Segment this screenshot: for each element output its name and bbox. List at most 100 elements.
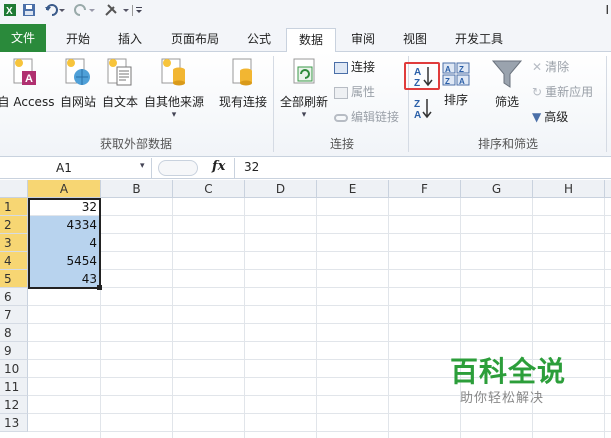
from-web-label: 自网站 xyxy=(59,95,96,109)
text-file-icon xyxy=(107,58,132,86)
clear-filter-button[interactable]: ✕ 清除 xyxy=(532,58,569,76)
column-header-b[interactable]: B xyxy=(101,180,173,198)
fill-handle[interactable] xyxy=(97,285,102,290)
redo-icon[interactable] xyxy=(74,3,96,20)
clear-filter-icon: ✕ xyxy=(532,60,543,74)
formula-bar-expand-handle[interactable] xyxy=(158,160,198,176)
column-header-c[interactable]: C xyxy=(173,180,245,198)
refresh-all-button[interactable]: 全部刷新 ▾ xyxy=(276,55,332,120)
tab-page-layout[interactable]: 页面布局 xyxy=(160,28,230,52)
from-text-button[interactable]: 自文本 xyxy=(100,55,140,110)
existing-connections-button[interactable]: 现有连接 xyxy=(216,55,270,110)
from-web-button[interactable]: 自网站 xyxy=(58,55,98,110)
watermark: 百科全说 助你轻松解决 xyxy=(430,344,590,424)
customize-qat-icon[interactable] xyxy=(134,3,144,20)
row-header-11[interactable]: 11 xyxy=(0,378,28,396)
column-header-d[interactable]: D xyxy=(245,180,317,198)
gridline xyxy=(244,198,245,438)
from-other-sources-button[interactable]: 自其他来源 ▾ xyxy=(142,55,206,120)
row-header-3[interactable]: 3 xyxy=(0,234,28,252)
svg-text:A: A xyxy=(445,65,451,74)
row-header-2[interactable]: 2 xyxy=(0,216,28,234)
svg-text:Z: Z xyxy=(414,99,420,110)
sort-ascending-button[interactable]: A Z xyxy=(404,62,440,90)
select-all-corner[interactable] xyxy=(0,180,28,198)
reapply-button[interactable]: ↻ 重新应用 xyxy=(532,83,593,101)
access-db-icon: A xyxy=(13,58,36,85)
column-header-partial[interactable] xyxy=(605,180,611,198)
gridline xyxy=(28,323,611,324)
edit-links-button[interactable]: 编辑链接 xyxy=(334,108,399,126)
row-header-13[interactable]: 13 xyxy=(0,414,28,432)
refresh-all-label: 全部刷新 xyxy=(279,95,328,109)
row-header-12[interactable]: 12 xyxy=(0,396,28,414)
tab-file[interactable]: 文件 xyxy=(0,24,46,52)
row-header-1[interactable]: 1 xyxy=(0,198,28,216)
tab-data[interactable]: 数据 xyxy=(286,28,336,53)
svg-text:Z: Z xyxy=(414,78,420,88)
properties-label: 属性 xyxy=(351,85,376,99)
name-box-dropdown-icon[interactable]: ▾ xyxy=(140,161,145,171)
formula-divider xyxy=(234,158,235,178)
tab-formulas[interactable]: 公式 xyxy=(236,28,282,52)
gridline xyxy=(28,341,611,342)
edit-links-icon xyxy=(334,113,348,122)
from-other-sources-label: 自其他来源 xyxy=(143,95,204,109)
filter-button[interactable]: 筛选 xyxy=(490,55,524,110)
row-header-5[interactable]: 5 xyxy=(0,270,28,288)
sort-dialog-icon: A Z Z A xyxy=(442,62,470,86)
ribbon: A 自 Access 自网站 自文本 自其他来源 ▾ 现有连接 获取外部数据 全… xyxy=(0,52,611,157)
row-header-7[interactable]: 7 xyxy=(0,306,28,324)
name-box[interactable]: A1 xyxy=(0,158,152,178)
refresh-icon xyxy=(293,58,315,84)
group-label-connections: 连接 xyxy=(329,137,354,151)
row-header-4[interactable]: 4 xyxy=(0,252,28,270)
sort-descending-icon: Z A xyxy=(414,99,432,121)
tab-view[interactable]: 视图 xyxy=(392,28,438,52)
tab-developer[interactable]: 开发工具 xyxy=(446,28,512,52)
quick-access-toolbar: X I xyxy=(0,0,611,24)
formula-input[interactable]: 32 xyxy=(244,160,259,174)
advanced-filter-icon: ▼ xyxy=(532,110,542,124)
row-header-6[interactable]: 6 xyxy=(0,288,28,306)
row-header-9[interactable]: 9 xyxy=(0,342,28,360)
tab-review[interactable]: 审阅 xyxy=(340,28,386,52)
svg-text:Z: Z xyxy=(445,77,450,86)
gridline xyxy=(604,198,605,438)
undo-icon[interactable] xyxy=(44,3,66,20)
svg-text:X: X xyxy=(6,6,13,17)
sort-button[interactable]: A Z Z A 排序 xyxy=(440,55,472,108)
selection-border xyxy=(28,198,101,289)
watermark-title: 百科全说 xyxy=(450,355,567,388)
properties-button[interactable]: 属性 xyxy=(334,83,375,101)
window-title: I xyxy=(605,3,609,17)
column-header-h[interactable]: H xyxy=(533,180,605,198)
insert-function-icon[interactable]: fx xyxy=(212,159,225,174)
advanced-filter-button[interactable]: ▼ 高级 xyxy=(532,108,568,126)
name-box-value: A1 xyxy=(56,161,72,175)
column-header-g[interactable]: G xyxy=(461,180,533,198)
save-icon[interactable] xyxy=(22,3,36,20)
column-header-f[interactable]: F xyxy=(389,180,461,198)
connections-button[interactable]: 连接 xyxy=(334,58,375,76)
column-header-e[interactable]: E xyxy=(317,180,389,198)
from-text-label: 自文本 xyxy=(101,95,138,109)
reapply-icon: ↻ xyxy=(532,85,543,99)
group-label-get-external-data: 获取外部数据 xyxy=(99,137,172,151)
advanced-filter-label: 高级 xyxy=(544,110,569,124)
gridline xyxy=(28,269,611,270)
sort-descending-button[interactable]: Z A xyxy=(412,96,436,123)
gridline xyxy=(28,305,611,306)
existing-connections-label: 现有连接 xyxy=(218,95,267,109)
filter-funnel-icon xyxy=(491,60,523,88)
tools-icon[interactable] xyxy=(104,3,134,20)
tab-insert[interactable]: 插入 xyxy=(106,28,154,52)
row-header-8[interactable]: 8 xyxy=(0,324,28,342)
row-header-10[interactable]: 10 xyxy=(0,360,28,378)
column-header-a[interactable]: A xyxy=(28,180,101,198)
clear-filter-label: 清除 xyxy=(545,60,570,74)
tab-home[interactable]: 开始 xyxy=(54,28,102,52)
from-access-button[interactable]: A 自 Access xyxy=(0,55,56,110)
svg-text:Z: Z xyxy=(459,65,464,74)
gridline xyxy=(28,287,611,288)
